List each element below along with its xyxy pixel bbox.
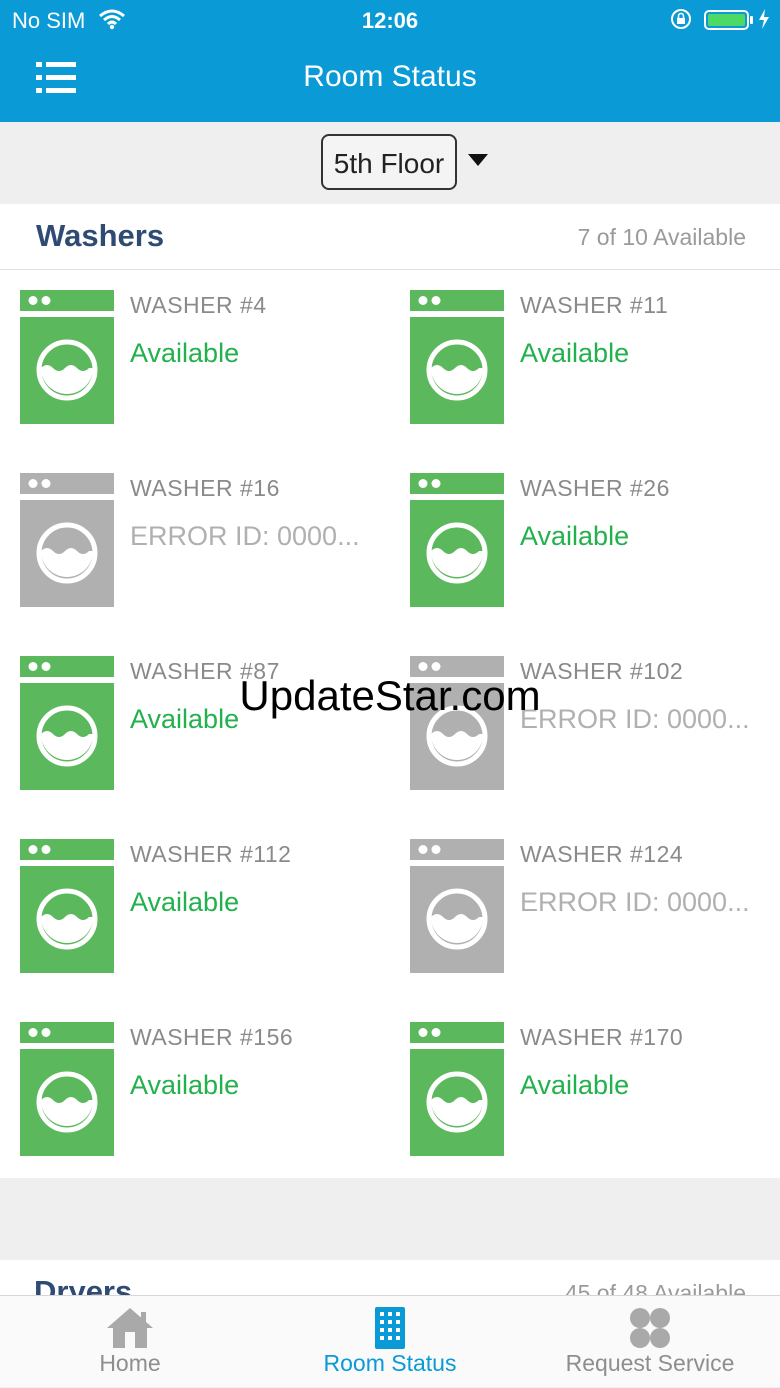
washer-icon [410,290,504,424]
washer-card[interactable]: WASHER #87 Available [0,636,390,819]
floor-select[interactable]: 5th Floor [321,134,457,190]
clover-icon [630,1308,670,1348]
washer-icon [410,473,504,607]
washer-card[interactable]: WASHER #26 Available [390,453,780,636]
home-icon [107,1308,153,1348]
tab-label: Home [99,1350,161,1376]
section-title: Washers [36,218,165,253]
tab-label: Request Service [565,1350,735,1376]
washer-name: WASHER #11 [520,292,669,318]
building-icon [375,1307,405,1349]
washer-icon [410,839,504,973]
washer-name: WASHER #4 [130,292,267,318]
washer-card[interactable]: WASHER #16 ERROR ID: 0000... [0,453,390,636]
washer-name: WASHER #124 [520,841,684,867]
washer-icon [20,656,114,790]
washer-icon [20,473,114,607]
washer-grid: WASHER #4 Available WASHER #11 Available WAS… [0,270,780,1178]
washer-card[interactable]: WASHER #124 ERROR ID: 0000... [390,819,780,1002]
washer-name: WASHER #170 [520,1024,684,1050]
clock: 12:06 [361,8,419,33]
washer-card[interactable]: WASHER #170 Available [390,1002,780,1185]
washer-status: ERROR ID: 0000... [520,887,750,917]
washer-icon [20,290,114,424]
tab-label: Room Status [323,1350,457,1376]
page-title: Room Status [303,60,477,93]
floor-bar: 5th Floor [0,122,780,204]
washer-status: Available [520,338,630,368]
washer-card[interactable]: WASHER #11 Available [390,270,780,453]
washer-icon [410,656,504,790]
washer-name: WASHER #156 [130,1024,294,1050]
washer-icon [20,1022,114,1156]
washer-icon [410,1022,504,1156]
washer-status: Available [130,338,240,368]
washer-name: WASHER #16 [130,475,280,501]
section-gap [0,1178,780,1260]
tab-bar: Home Room Status Request Service [0,1295,780,1387]
tab-home[interactable]: Home [40,1296,220,1388]
washer-status: ERROR ID: 0000... [130,521,360,551]
dryers-header: Dryers 45 of 48 Available [0,1260,780,1300]
availability-count: 7 of 10 Available [577,224,746,250]
washer-status: Available [520,521,630,551]
washer-status: Available [130,704,240,734]
washer-status: Available [130,1070,240,1100]
washer-name: WASHER #102 [520,658,684,684]
washer-card[interactable]: WASHER #112 Available [0,819,390,1002]
status-bar: No SIM 12:06 [0,0,780,40]
tab-room-status[interactable]: Room Status [300,1296,480,1388]
washer-name: WASHER #26 [520,475,670,501]
washer-card[interactable]: WASHER #156 Available [0,1002,390,1185]
chevron-down-icon[interactable] [466,152,490,168]
battery-icon [704,10,754,36]
washer-status: ERROR ID: 0000... [520,704,750,734]
washer-name: WASHER #87 [130,658,280,684]
washer-name: WASHER #112 [130,841,292,867]
orientation-lock-icon [670,8,692,36]
tab-request-service[interactable]: Request Service [540,1296,760,1388]
washers-header: Washers 7 of 10 Available [0,204,780,270]
nav-bar: Room Status [0,40,780,122]
washer-status: Available [130,887,240,917]
washer-icon [20,839,114,973]
charging-icon [758,8,770,36]
washer-status: Available [520,1070,630,1100]
washer-card[interactable]: WASHER #102 ERROR ID: 0000... [390,636,780,819]
washer-card[interactable]: WASHER #4 Available [0,270,390,453]
